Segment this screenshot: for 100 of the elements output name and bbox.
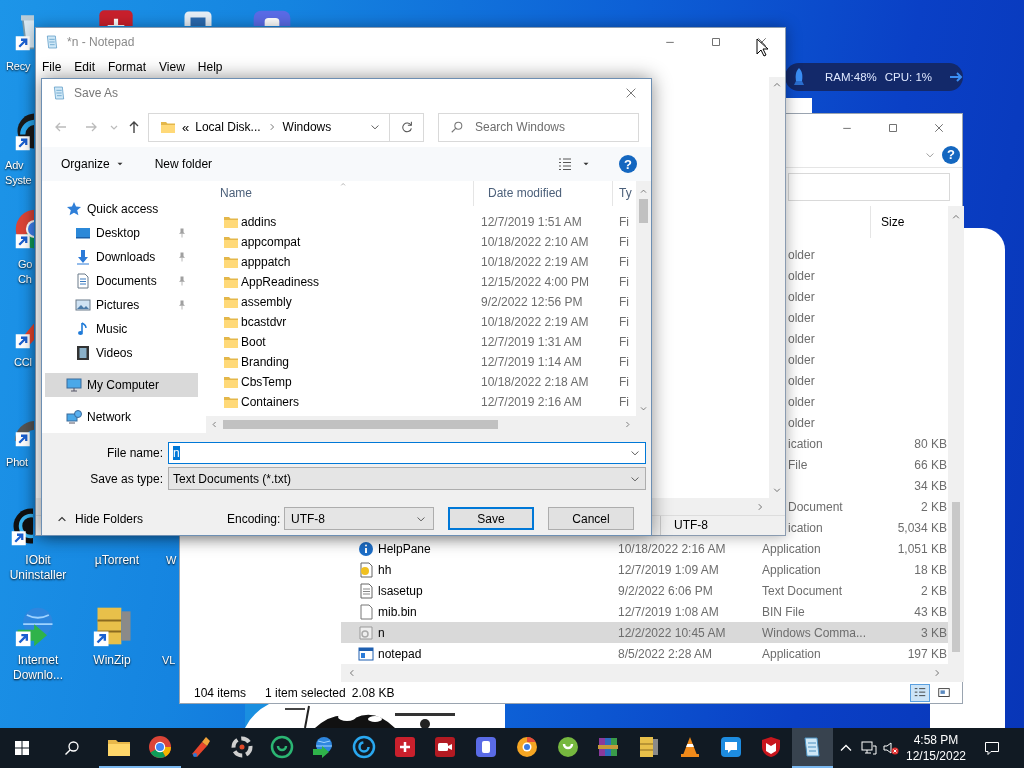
file-row[interactable]: Boot 12/7/2019 1:31 AM Fi [206, 332, 636, 352]
file-row[interactable]: apppatch 10/18/2022 2:19 AM Fi [206, 252, 636, 272]
scroll-thumb[interactable] [639, 199, 648, 223]
icon-label: CCl [14, 355, 32, 370]
hide-folders-button[interactable]: Hide Folders [56, 511, 144, 526]
tile-icon[interactable] [96, 7, 136, 27]
close-icon [933, 122, 945, 134]
icon-label: W [166, 553, 177, 568]
file-name: bcastdvr [241, 315, 287, 329]
file-row[interactable]: assembly 9/2/2022 12:56 PM Fi [206, 292, 636, 312]
file-row[interactable]: older [788, 328, 948, 349]
nav-item[interactable]: Pictures [45, 293, 198, 317]
clock-date[interactable]: 12/15/2022 [905, 748, 967, 764]
file-row[interactable]: older [788, 244, 948, 265]
encoding-dropdown[interactable]: UTF-8 [284, 507, 434, 530]
file-type: Windows Comma... [762, 625, 867, 640]
file-row[interactable]: Branding 12/7/2019 1:14 AM Fi [206, 352, 636, 372]
file-row[interactable]: older [788, 412, 948, 433]
folder-icon [223, 234, 239, 250]
file-row[interactable]: mib.bin 12/7/2019 1:08 AM BIN File 43 KB [341, 601, 948, 622]
file-row[interactable]: 34 KB [788, 475, 948, 496]
menu-item[interactable]: Edit [68, 59, 103, 74]
folder-icon [160, 119, 176, 135]
dialog-button[interactable]: Save [448, 507, 534, 530]
file-row[interactable]: Containers 12/7/2019 2:16 AM Fi [206, 392, 636, 412]
file-type: BIN File [762, 604, 805, 619]
file-row[interactable]: CbsTemp 10/18/2022 2:18 AM Fi [206, 372, 636, 392]
column-header[interactable]: Name [206, 181, 474, 206]
scroll-thumb[interactable] [223, 420, 498, 429]
file-row[interactable]: older [788, 349, 948, 370]
column-header[interactable]: Size [881, 215, 905, 229]
monitor-icon [66, 377, 82, 393]
folder-icon [223, 214, 239, 230]
file-row[interactable]: File 66 KB [788, 454, 948, 475]
file-row[interactable]: older [788, 391, 948, 412]
file-row[interactable]: Document 2 KB [788, 496, 948, 517]
column-header[interactable]: Date modified [474, 181, 613, 206]
nav-item[interactable]: Documents [45, 269, 198, 293]
nav-item[interactable]: Videos [45, 341, 198, 365]
help-button[interactable]: ? [942, 145, 960, 164]
help-button[interactable]: ? [619, 155, 637, 173]
file-row[interactable]: older [788, 265, 948, 286]
search-field[interactable] [788, 173, 950, 201]
image-icon [75, 297, 91, 313]
column-header[interactable]: Ty [613, 181, 636, 206]
folder-icon [223, 334, 239, 350]
folder-icon [223, 274, 239, 290]
file-row[interactable]: n 12/2/2022 10:45 AM Windows Comma... 3 KB [341, 622, 948, 643]
file-type: ication [788, 520, 823, 535]
nav-item[interactable]: Quick access [45, 197, 198, 221]
file-row[interactable]: HelpPane 10/18/2022 2:16 AM Application 1,051 KB [341, 538, 948, 559]
menu-item[interactable]: File [36, 59, 69, 74]
clock-time[interactable]: 4:58 PM [913, 732, 959, 748]
dialog-title: Save As [74, 86, 119, 100]
view-options-icon[interactable] [557, 156, 573, 172]
nav-item[interactable]: Network [45, 405, 198, 429]
file-name-field[interactable]: n [168, 442, 646, 464]
folder-icon [223, 394, 239, 410]
organize-button[interactable]: Organize [61, 157, 125, 171]
search-field[interactable]: Search Windows [438, 112, 639, 142]
file-row[interactable]: bcastdvr 10/18/2022 2:19 AM Fi [206, 312, 636, 332]
search-icon [450, 119, 464, 134]
file-row[interactable]: older [788, 307, 948, 328]
search-icon [63, 740, 80, 756]
menu-item[interactable]: View [153, 59, 192, 74]
icon-label: Go Ch [18, 257, 33, 287]
cpu-reading: CPU: 1% [884, 71, 933, 83]
refresh-icon [399, 120, 414, 134]
new-folder-button[interactable]: New folder [154, 157, 213, 171]
file-row[interactable]: older [788, 370, 948, 391]
date-modified: 9/2/2022 12:56 PM [481, 295, 583, 309]
file-name: notepad [378, 646, 422, 661]
file-row[interactable]: appcompat 10/18/2022 2:10 AM Fi [206, 232, 636, 252]
file-name: AppReadiness [241, 275, 320, 289]
file-row[interactable]: ication 80 KB [788, 433, 948, 454]
breadcrumb-item[interactable]: Local Disk... [195, 120, 261, 134]
scroll-thumb[interactable] [952, 502, 960, 652]
overflow-button[interactable]: « [182, 119, 190, 135]
chat-icon [718, 735, 743, 759]
folder-icon [223, 254, 239, 270]
taskbar-button[interactable] [791, 728, 833, 768]
file-row[interactable]: lsasetup 9/2/2022 6:06 PM Text Document 2 KB [341, 580, 948, 601]
menu-item[interactable]: Help [191, 59, 230, 74]
menu-item[interactable]: Format [102, 59, 154, 74]
file-row[interactable]: notepad 8/5/2022 2:28 AM Application 197 KB [341, 643, 948, 664]
file-row[interactable]: addins 12/7/2019 1:51 AM Fi [206, 212, 636, 232]
file-type: Fi [619, 335, 629, 349]
nav-item[interactable]: Music [45, 317, 198, 341]
nav-item[interactable]: Downloads [45, 245, 198, 269]
details-view-button[interactable] [910, 683, 930, 702]
file-row[interactable]: ication 5,034 KB [788, 517, 948, 538]
dialog-button[interactable]: Cancel [548, 507, 634, 530]
file-row[interactable]: hh 12/7/2019 1:09 AM Application 18 KB [341, 559, 948, 580]
file-row[interactable]: AppReadiness 12/15/2022 4:00 PM Fi [206, 272, 636, 292]
nav-item[interactable]: Desktop [45, 221, 198, 245]
date-modified: 12/7/2019 1:51 AM [481, 215, 582, 229]
file-type-dropdown[interactable]: Text Documents (*.txt) [168, 467, 646, 490]
file-row[interactable]: older [788, 286, 948, 307]
breadcrumb-item[interactable]: Windows [282, 120, 332, 134]
nav-item[interactable]: My Computer [45, 373, 198, 397]
